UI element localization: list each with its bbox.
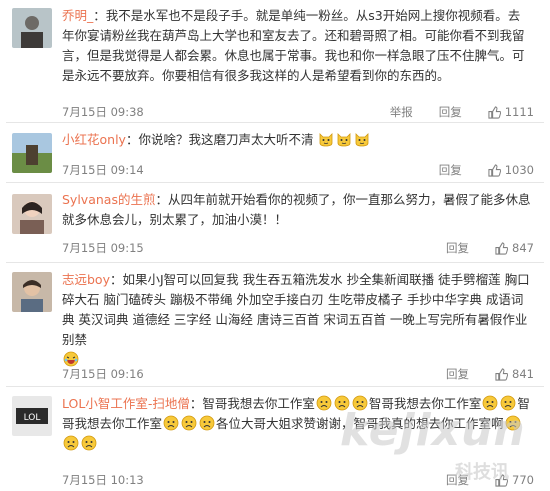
sad-face-emoji-icon <box>63 435 79 451</box>
comment-text: ：如果小J智可以回复我 我生吞五箱洗发水 抄全集新闻联播 徒手劈榴莲 胸口碎大石… <box>62 272 530 347</box>
comment-item: 志远boy：如果小J智可以回复我 我生吞五箱洗发水 抄全集新闻联播 徒手劈榴莲 … <box>6 264 544 387</box>
timestamp: 7月15日 09:15 <box>62 241 144 255</box>
sad-face-emoji-icon <box>482 395 498 411</box>
like-count: 1030 <box>504 163 534 177</box>
sad-face-emoji-icon <box>334 395 350 411</box>
like-count: 1111 <box>504 105 534 119</box>
reply-button[interactable]: 回复 <box>446 240 469 256</box>
comment-text: ：我不是水军也不是段子手。就是单纯一粉丝。从s3开始网上搜你视频看。去年你宴请粉… <box>62 8 525 83</box>
username-link[interactable]: 小红花only <box>62 132 126 147</box>
comment-item: 乔明_：我不是水军也不是段子手。就是单纯一粉丝。从s3开始网上搜你视频看。去年你… <box>6 0 544 123</box>
thumbs-up-icon <box>488 105 501 119</box>
sad-face-emoji-icon <box>352 395 368 411</box>
reply-button[interactable]: 回复 <box>446 366 469 382</box>
avatar[interactable] <box>12 272 52 312</box>
reply-button[interactable]: 回复 <box>439 104 462 120</box>
avatar[interactable] <box>12 8 52 48</box>
sad-face-emoji-icon <box>199 415 215 431</box>
timestamp: 7月15日 10:13 <box>62 473 144 487</box>
timestamp: 7月15日 09:38 <box>62 105 144 119</box>
comment-text: 各位大哥大姐求赞谢谢，智哥我真的想去你工作室啊 <box>216 416 504 431</box>
reply-button[interactable]: 回复 <box>439 162 462 178</box>
timestamp: 7月15日 09:16 <box>62 367 144 381</box>
comment-text: ：你说啥？我这磨刀声太大听不清 <box>125 132 314 147</box>
comment-body: 小红花only：你说啥？我这磨刀声太大听不清 <box>62 130 532 150</box>
laughing-tears-emoji-icon <box>63 351 79 367</box>
comment-body: LOL小智工作室-扫地僧：智哥我想去你工作室 智哥我想去你工作室 智哥我想去你工作室… <box>62 394 532 454</box>
sad-face-emoji-icon <box>505 415 520 431</box>
like-count: 847 <box>512 241 534 255</box>
report-button[interactable]: 举报 <box>390 104 413 120</box>
sad-face-emoji-icon <box>316 395 332 411</box>
comment-text: 智哥我想去你工作室 <box>368 396 482 411</box>
thumbs-up-icon <box>495 241 509 255</box>
like-button[interactable]: 847 <box>495 241 534 255</box>
comment-meta: 7月15日 09:38 举报 回复 1111 <box>62 104 534 122</box>
username-link[interactable]: 乔明_ <box>62 8 93 23</box>
like-button[interactable]: 1030 <box>488 163 534 177</box>
svg-text:LOL: LOL <box>24 413 41 423</box>
comment-body: 乔明_：我不是水军也不是段子手。就是单纯一粉丝。从s3开始网上搜你视频看。去年你… <box>62 6 532 86</box>
like-button[interactable]: 841 <box>495 367 534 381</box>
like-count: 770 <box>512 473 534 487</box>
comment-meta: 7月15日 09:15 回复 847 <box>62 240 534 258</box>
comment-list: 乔明_：我不是水军也不是段子手。就是单纯一粉丝。从s3开始网上搜你视频看。去年你… <box>0 0 550 491</box>
avatar[interactable]: LOL <box>12 396 52 436</box>
sad-face-emoji-icon <box>163 415 179 431</box>
watermark-cn: 科技讯 <box>455 462 509 483</box>
comment-meta: 7月15日 09:14 回复 1030 <box>62 162 534 180</box>
timestamp: 7月15日 09:14 <box>62 163 144 177</box>
cat-face-emoji-icon <box>338 133 351 147</box>
thumbs-up-icon <box>495 367 509 381</box>
comment-item: 小红花only：你说啥？我这磨刀声太大听不清 7月15日 09:14 回复 10… <box>6 124 544 183</box>
comment-meta: 7月15日 09:16 回复 841 <box>62 366 534 384</box>
like-count: 841 <box>512 367 534 381</box>
sad-face-emoji-icon <box>81 435 97 451</box>
cat-face-emoji-icon <box>356 133 369 147</box>
sad-face-emoji-icon <box>500 395 516 411</box>
like-button[interactable]: 1111 <box>488 105 534 119</box>
username-link[interactable]: Sylvanas的生煎 <box>62 192 155 207</box>
avatar[interactable] <box>12 194 52 234</box>
cat-face-emoji-icon <box>320 133 333 147</box>
thumbs-up-icon <box>488 163 501 177</box>
avatar[interactable] <box>12 133 52 173</box>
comment-body: Sylvanas的生煎：从四年前就开始看你的视频了，你一直那么努力，暑假了能多休… <box>62 190 532 230</box>
username-link[interactable]: 志远boy <box>62 272 110 287</box>
sad-face-emoji-icon <box>181 415 197 431</box>
comment-text: ：智哥我想去你工作室 <box>189 396 315 411</box>
comment-item: Sylvanas的生煎：从四年前就开始看你的视频了，你一直那么努力，暑假了能多休… <box>6 184 544 263</box>
username-link[interactable]: LOL小智工作室-扫地僧 <box>62 396 190 411</box>
comment-body: 志远boy：如果小J智可以回复我 我生吞五箱洗发水 抄全集新闻联播 徒手劈榴莲 … <box>62 270 532 370</box>
